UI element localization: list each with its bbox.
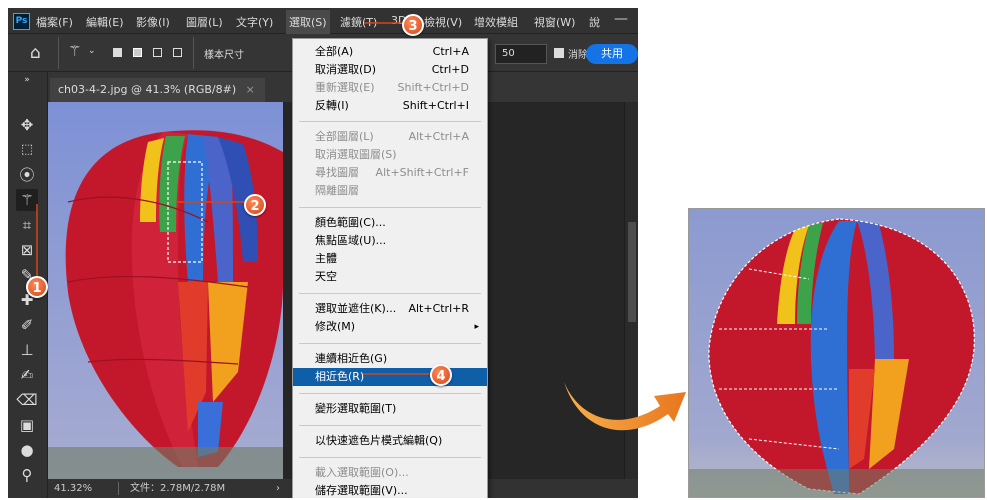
result-photo: [688, 208, 985, 498]
callout-2: 2: [244, 194, 266, 216]
callout-4: 4: [430, 364, 452, 386]
callout-connectors: [36, 22, 430, 375]
selected-balloon-illustration: [689, 218, 984, 497]
callout-1: 1: [26, 276, 48, 298]
callout-3: 3: [402, 14, 424, 36]
curved-arrow-icon: [564, 382, 686, 431]
photoshop-window: Ps 檔案(F) 編輯(E) 影像(I) 圖層(L) 文字(Y) 選取(S) 濾…: [8, 8, 638, 498]
